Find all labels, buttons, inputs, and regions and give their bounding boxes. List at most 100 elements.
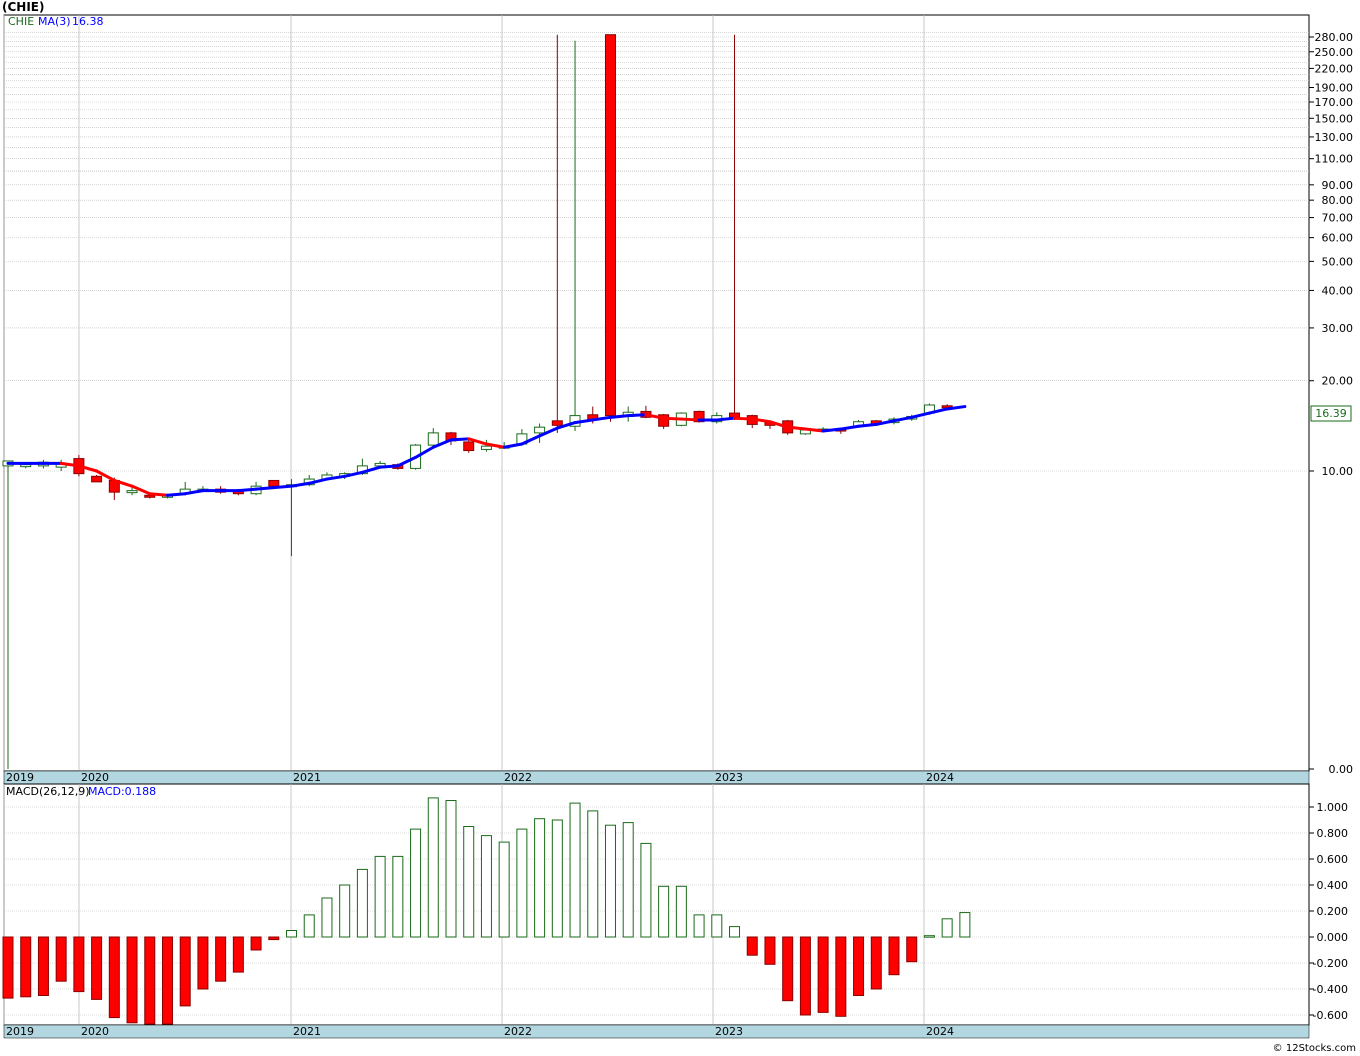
macd-bar (498, 841, 510, 938)
ma-segment (272, 484, 294, 490)
legend-symbol: CHIE (8, 15, 34, 28)
macd-bar (161, 936, 173, 1025)
macd-bar (853, 936, 865, 996)
candle-body (144, 494, 156, 498)
macd-bar (268, 936, 280, 941)
candle-body (480, 445, 492, 450)
price-y-tick-label: 40.00 (1322, 284, 1354, 297)
macd-x-tick-label: 2023 (715, 1025, 743, 1038)
price-x-tick-label: 2024 (926, 771, 954, 784)
macd-bar (746, 936, 758, 956)
price-panel-frame (3, 14, 1310, 772)
price-x-tick-label: 2021 (293, 771, 321, 784)
macd-bar (197, 936, 209, 990)
macd-bar (286, 930, 298, 938)
ma-segment (786, 425, 807, 431)
ma-segment (378, 464, 400, 469)
legend-ma: MA(3) (38, 15, 71, 28)
ma-segment (165, 492, 187, 497)
price-y-tick-label: 30.00 (1322, 322, 1354, 335)
macd-bar (37, 936, 49, 996)
candle-body (268, 479, 280, 487)
candle-body (126, 490, 138, 494)
candle-body (604, 34, 616, 417)
macd-bar (321, 897, 333, 938)
price-x-tick-label: 2020 (81, 771, 109, 784)
price-y-tick-label: 220.00 (1315, 62, 1354, 75)
candle (604, 34, 616, 422)
price-y-axis: 280.00 250.00 220.00 190.00170.00 150.00 130.… (1309, 31, 1353, 776)
candle-body (534, 426, 546, 434)
macd-bar (144, 936, 156, 1025)
price-y-tick-label: 20.00 (1322, 375, 1354, 388)
macd-x-tick-label: 2020 (81, 1025, 109, 1038)
candle-body (551, 420, 563, 426)
macd-bar (427, 797, 439, 938)
macd-bar (711, 914, 723, 938)
macd-bar (640, 842, 652, 938)
macd-legend-value: MACD:0.188 (88, 785, 156, 798)
macd-bar (551, 819, 563, 938)
macd-bar (73, 936, 85, 993)
macd-bar (782, 936, 794, 1002)
ma-segment (821, 427, 843, 433)
price-y-tick-label: 80.00 (1322, 194, 1354, 207)
macd-bar (374, 855, 386, 938)
macd-bar (764, 936, 776, 965)
macd-bar (906, 936, 918, 963)
macd-bar (303, 914, 315, 938)
price-y-tick-label: 90.00 (1322, 179, 1354, 192)
price-y-tick-label: 10.00 (1322, 465, 1354, 478)
macd-y-tick-label: -0.400 (1313, 983, 1348, 996)
macd-y-tick-label: 0.000 (1317, 931, 1349, 944)
candle-body (463, 441, 475, 452)
macd-y-tick-label: 0.800 (1317, 827, 1349, 840)
macd-y-tick-label: 1.000 (1317, 801, 1349, 814)
macd-bar (534, 818, 546, 938)
price-y-tick-label: 0.00 (1329, 763, 1354, 776)
credit-text: © 12Stocks.com (1272, 1043, 1356, 1054)
price-y-tick-label: 250.00 (1315, 46, 1354, 59)
macd-bar (463, 826, 475, 938)
macd-bar (215, 936, 227, 982)
candle-body (20, 464, 32, 468)
ma-segment (679, 417, 701, 422)
candle-body (729, 412, 741, 418)
ma-segment (803, 427, 825, 433)
macd-bar (622, 822, 634, 938)
macd-x-tick-label: 2019 (6, 1025, 34, 1038)
macd-bar (941, 918, 953, 938)
macd-bar (445, 800, 457, 938)
macd-legend-name: MACD(26,12,9) (6, 785, 90, 798)
macd-bar (108, 936, 120, 1019)
macd-bar (693, 914, 705, 938)
price-y-tick-label: 60.00 (1322, 232, 1354, 245)
macd-bar (356, 868, 368, 938)
macd-bar (516, 828, 528, 938)
legend-ma-value: 16.38 (72, 15, 104, 28)
ma-segment (626, 413, 648, 418)
price-y-tick-label: 50.00 (1322, 255, 1354, 268)
macd-x-tick-label: 2022 (504, 1025, 532, 1038)
ma-segment (662, 416, 683, 421)
macd-y-tick-label: 0.400 (1317, 879, 1349, 892)
macd-x-tick-label: 2024 (926, 1025, 954, 1038)
price-x-axis-band (3, 770, 1310, 785)
macd-y-tick-label: -0.600 (1313, 1009, 1348, 1022)
candle (268, 479, 280, 487)
price-y-tick-label: 110.00 (1315, 153, 1354, 166)
macd-bar (888, 936, 900, 976)
price-y-tick-label: 190.00 (1315, 82, 1354, 95)
ma-segment (857, 422, 878, 428)
ma-segment (148, 492, 169, 497)
macd-bar (480, 835, 492, 938)
macd-x-axis-band (3, 1024, 1310, 1039)
macd-x-tick-label: 2021 (293, 1025, 321, 1038)
ma-segment (733, 416, 754, 421)
price-x-tick-label: 2022 (504, 771, 532, 784)
ma-segment (236, 487, 258, 493)
macd-bar (835, 936, 847, 1017)
macd-bar (392, 855, 404, 938)
macd-bar (179, 936, 191, 1007)
macd-bar (923, 935, 935, 938)
